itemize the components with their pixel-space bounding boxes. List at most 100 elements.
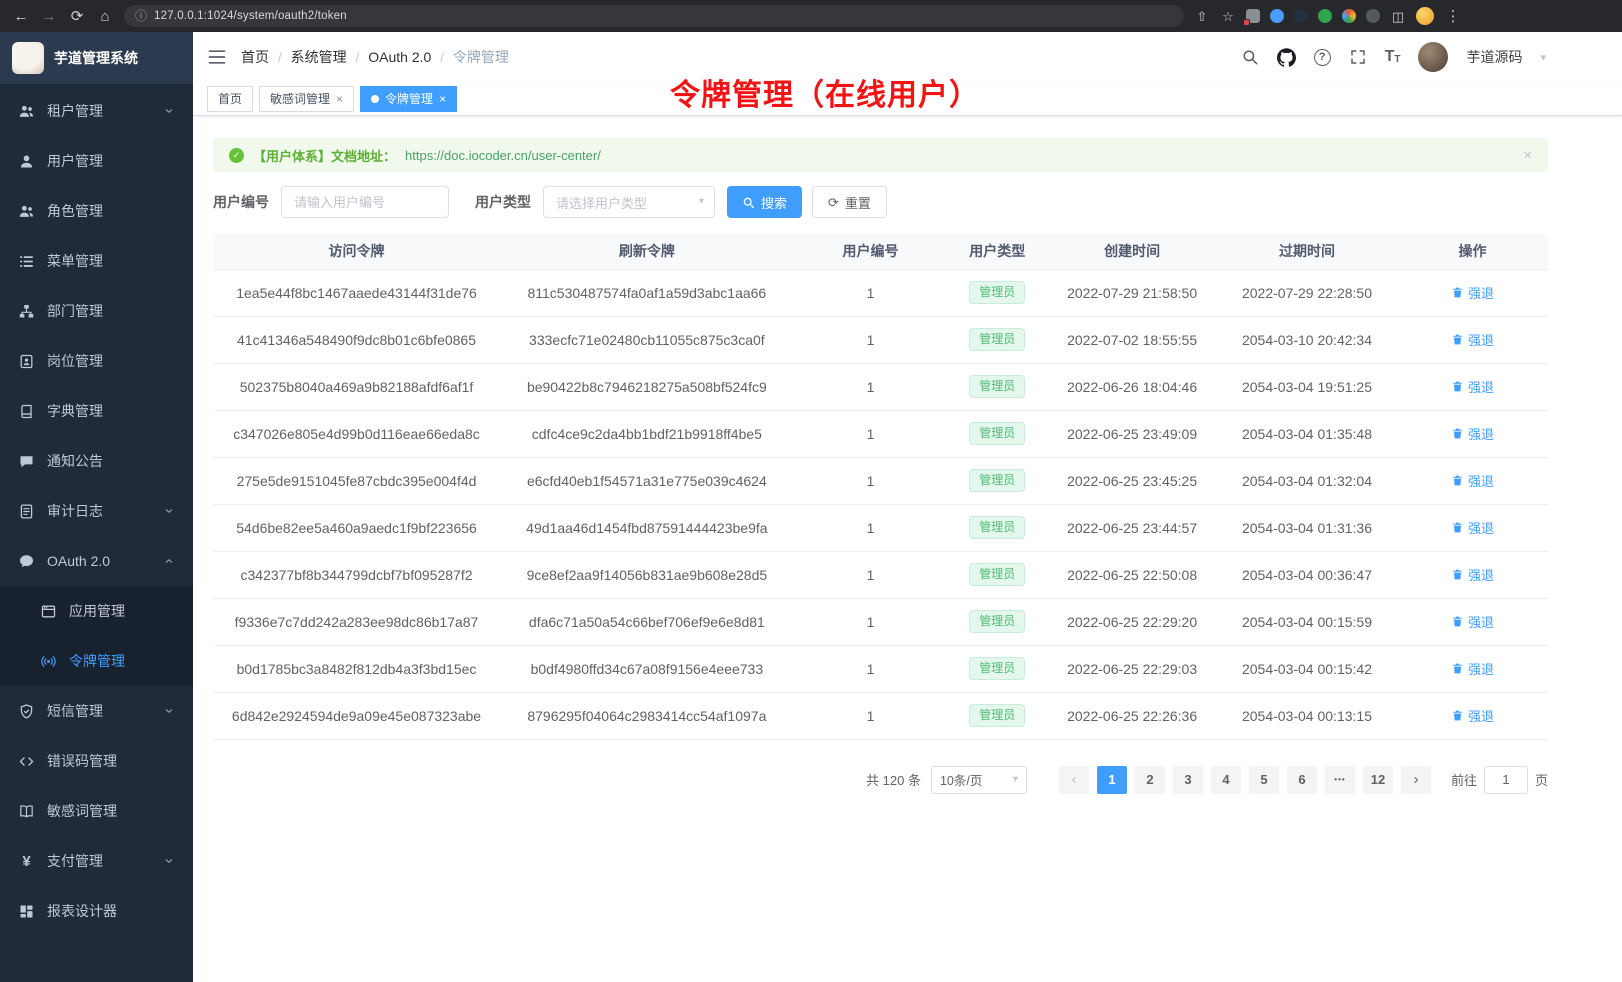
- sidebar-item-oauth-token[interactable]: 令牌管理: [0, 636, 193, 686]
- user-type-select[interactable]: 请选择用户类型 ▾: [543, 186, 715, 218]
- user-type-badge: 管理员: [969, 469, 1025, 491]
- delete-icon: [1451, 568, 1464, 581]
- page-button-3[interactable]: 3: [1173, 766, 1203, 794]
- reset-button[interactable]: ⟳ 重置: [812, 186, 887, 218]
- force-logout-button[interactable]: 强退: [1451, 518, 1494, 537]
- sidebar-item-notice[interactable]: 通知公告: [0, 436, 193, 486]
- breadcrumb-home[interactable]: 首页: [241, 47, 269, 67]
- force-logout-button[interactable]: 强退: [1451, 706, 1494, 725]
- breadcrumb-current: 令牌管理: [453, 47, 509, 67]
- logo-bar[interactable]: 芋道管理系统: [0, 32, 193, 84]
- extension-icon-2[interactable]: [1270, 9, 1284, 23]
- sidebar-item-label: 租户管理: [47, 101, 151, 121]
- delete-icon: [1451, 709, 1464, 722]
- col-refresh-token: 刷新令牌: [500, 234, 794, 269]
- breadcrumb-oauth[interactable]: OAuth 2.0: [368, 49, 431, 65]
- sidebar-item-dept[interactable]: 部门管理: [0, 286, 193, 336]
- alert-close-icon[interactable]: ×: [1523, 147, 1532, 164]
- sidebar-item-sensitive-word[interactable]: 敏感词管理: [0, 786, 193, 836]
- user-menu-caret-icon[interactable]: ▾: [1540, 51, 1546, 64]
- force-logout-button[interactable]: 强退: [1451, 424, 1494, 443]
- github-icon[interactable]: [1277, 48, 1296, 67]
- close-icon[interactable]: ×: [439, 93, 446, 105]
- next-page-button[interactable]: ›: [1401, 766, 1431, 794]
- force-logout-button[interactable]: 强退: [1451, 565, 1494, 584]
- extension-icon-3[interactable]: [1294, 9, 1308, 23]
- log-document-icon: [18, 503, 35, 520]
- user-type-badge: 管理员: [969, 516, 1025, 538]
- table-row: f9336e7c7dd242a283ee98dc86b17a87 dfa6c71…: [213, 598, 1548, 645]
- doc-link[interactable]: https://doc.iocoder.cn/user-center/: [405, 148, 601, 163]
- address-bar[interactable]: ⓘ 127.0.0.1:1024/system/oauth2/token: [124, 5, 1184, 27]
- page-button-4[interactable]: 4: [1211, 766, 1241, 794]
- sidebar-toggle-icon[interactable]: [207, 47, 227, 67]
- browser-reload-icon[interactable]: ⟳: [68, 9, 86, 24]
- role-users-icon: [18, 203, 35, 220]
- browser-profile-avatar[interactable]: [1416, 7, 1434, 25]
- page-size-select[interactable]: 10条/页 ▾: [931, 766, 1027, 794]
- sidebar-item-tenant[interactable]: 租户管理: [0, 86, 193, 136]
- open-book-icon: [18, 803, 35, 820]
- site-info-icon[interactable]: ⓘ: [135, 10, 147, 22]
- breadcrumb-system[interactable]: 系统管理: [291, 47, 347, 67]
- font-size-icon[interactable]: TT: [1385, 49, 1401, 65]
- sidebar-item-report-designer[interactable]: 报表设计器: [0, 886, 193, 936]
- chevron-up-icon: [163, 555, 175, 567]
- sidebar-item-label: 错误码管理: [47, 751, 175, 771]
- yen-icon: ¥: [18, 853, 35, 870]
- split-view-icon[interactable]: ◫: [1390, 10, 1406, 23]
- browser-back-icon[interactable]: ←: [12, 9, 30, 24]
- user-id-input[interactable]: [281, 186, 449, 218]
- sidebar-item-dict[interactable]: 字典管理: [0, 386, 193, 436]
- tab-home[interactable]: 首页: [207, 86, 253, 112]
- more-pages-button[interactable]: •••: [1325, 766, 1355, 794]
- sidebar-item-user[interactable]: 用户管理: [0, 136, 193, 186]
- url-text: 127.0.0.1:1024/system/oauth2/token: [154, 10, 347, 22]
- sidebar-item-menu[interactable]: 菜单管理: [0, 236, 193, 286]
- goto-page-input[interactable]: [1484, 766, 1528, 794]
- share-icon[interactable]: ⇧: [1194, 10, 1210, 23]
- page-button-6[interactable]: 6: [1287, 766, 1317, 794]
- extension-icon-5[interactable]: [1342, 9, 1356, 23]
- search-button[interactable]: 搜索: [727, 186, 802, 218]
- sidebar-item-audit-log[interactable]: 审计日志: [0, 486, 193, 536]
- force-logout-button[interactable]: 强退: [1451, 612, 1494, 631]
- prev-page-button[interactable]: ‹: [1059, 766, 1089, 794]
- browser-forward-icon[interactable]: →: [40, 9, 58, 24]
- browser-home-icon[interactable]: ⌂: [96, 9, 114, 24]
- sidebar-item-oauth-app[interactable]: 应用管理: [0, 586, 193, 636]
- force-logout-button[interactable]: 强退: [1451, 377, 1494, 396]
- force-logout-button[interactable]: 强退: [1451, 283, 1494, 302]
- search-icon[interactable]: [1241, 48, 1259, 66]
- help-icon[interactable]: ?: [1314, 49, 1331, 66]
- extension-icon-1[interactable]: [1246, 9, 1260, 23]
- username[interactable]: 芋道源码: [1466, 47, 1522, 67]
- breadcrumb-separator: /: [440, 50, 444, 65]
- force-logout-button[interactable]: 强退: [1451, 330, 1494, 349]
- browser-menu-icon[interactable]: ⋮: [1444, 9, 1462, 24]
- sidebar-item-role[interactable]: 角色管理: [0, 186, 193, 236]
- page-button-1[interactable]: 1: [1097, 766, 1127, 794]
- force-logout-button[interactable]: 强退: [1451, 659, 1494, 678]
- user-avatar[interactable]: [1418, 42, 1448, 72]
- sidebar-item-sms[interactable]: 短信管理: [0, 686, 193, 736]
- user-type-badge: 管理员: [969, 657, 1025, 679]
- bookmark-star-icon[interactable]: ☆: [1220, 10, 1236, 23]
- menu-list-icon: [18, 253, 35, 270]
- force-logout-button[interactable]: 强退: [1451, 471, 1494, 490]
- page-button-5[interactable]: 5: [1249, 766, 1279, 794]
- sidebar-item-oauth[interactable]: OAuth 2.0: [0, 536, 193, 586]
- sidebar-item-payment[interactable]: ¥ 支付管理: [0, 836, 193, 886]
- tab-token[interactable]: 令牌管理 ×: [360, 86, 457, 112]
- alert-text: 【用户体系】文档地址：: [253, 146, 396, 165]
- sidebar-item-post[interactable]: 岗位管理: [0, 336, 193, 386]
- page-button-12[interactable]: 12: [1363, 766, 1393, 794]
- sidebar-item-error-code[interactable]: 错误码管理: [0, 736, 193, 786]
- extension-icon-4[interactable]: [1318, 9, 1332, 23]
- breadcrumb: 首页 / 系统管理 / OAuth 2.0 / 令牌管理: [241, 47, 509, 67]
- fullscreen-icon[interactable]: [1349, 48, 1367, 66]
- close-icon[interactable]: ×: [336, 93, 343, 105]
- page-button-2[interactable]: 2: [1135, 766, 1165, 794]
- tab-sensitive-word[interactable]: 敏感词管理 ×: [259, 86, 354, 112]
- extension-icon-6[interactable]: [1366, 9, 1380, 23]
